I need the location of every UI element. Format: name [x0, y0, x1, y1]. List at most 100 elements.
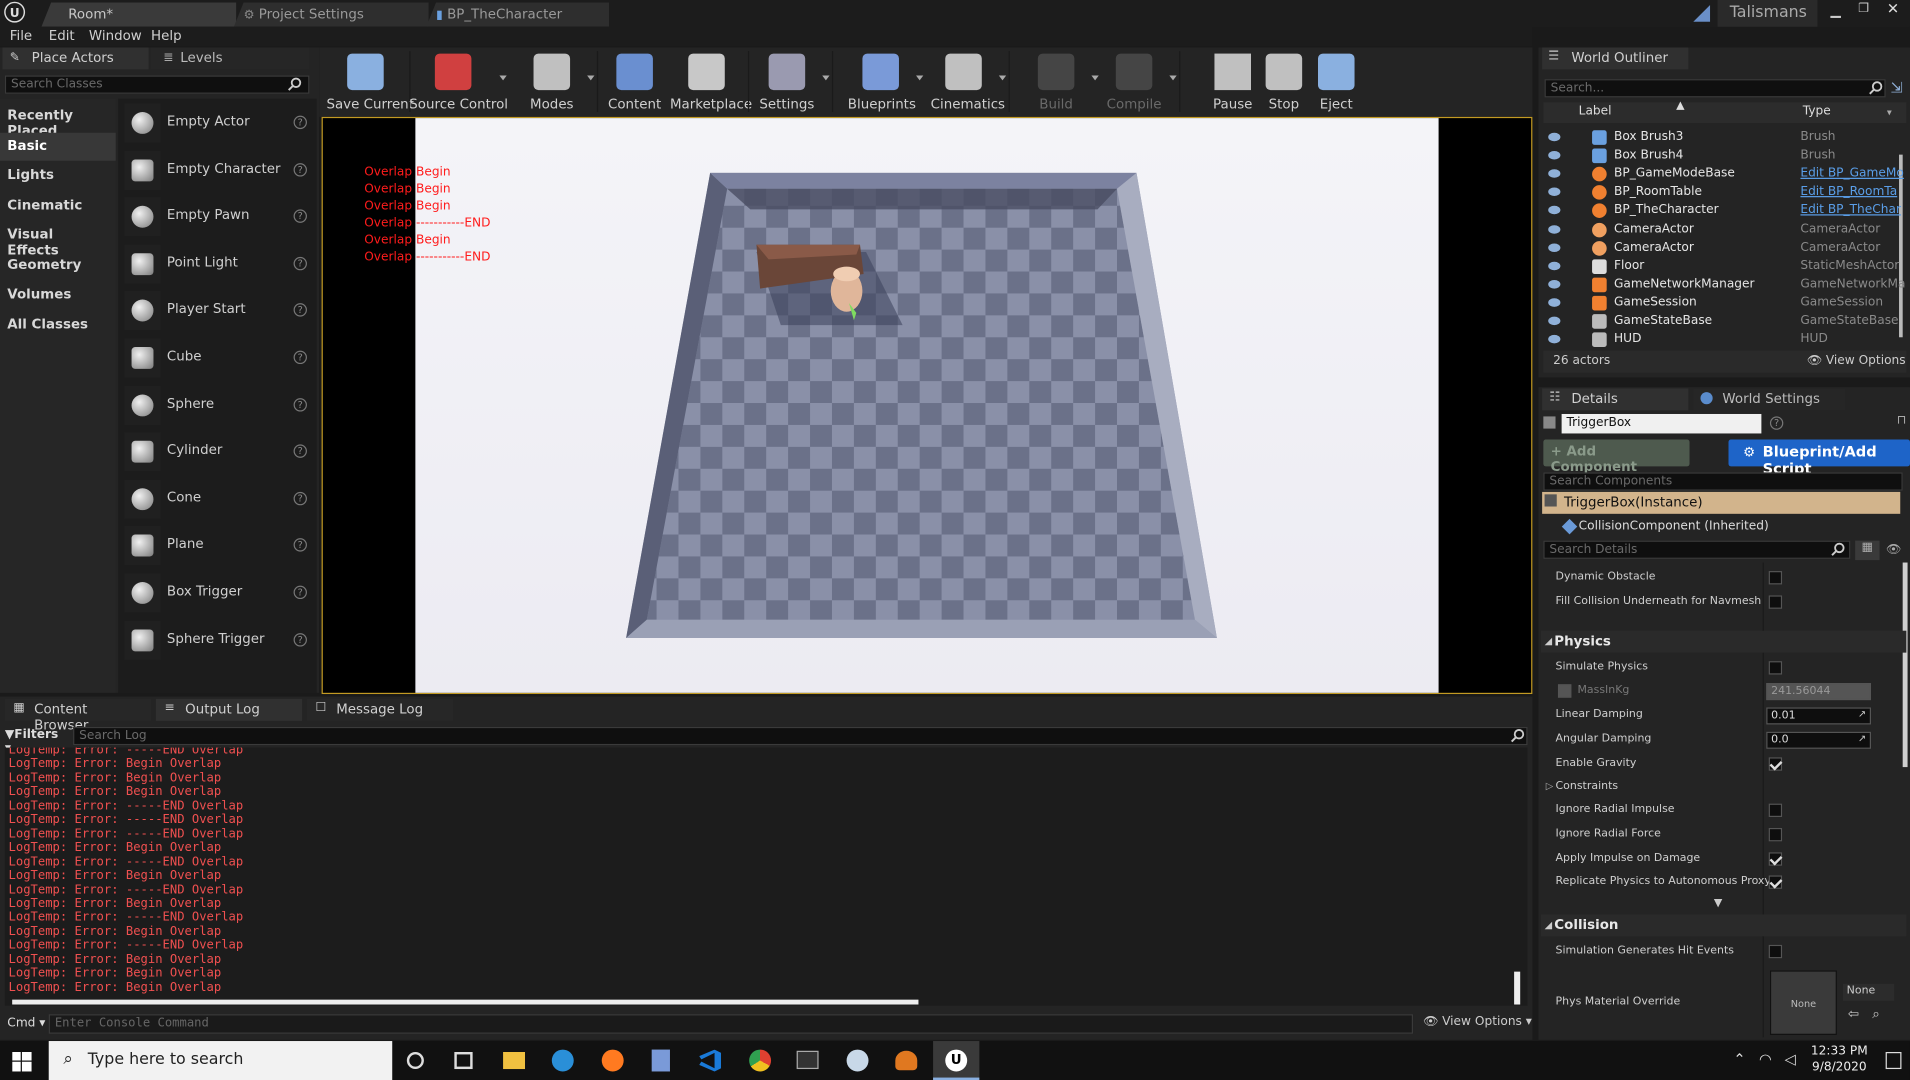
actor-item-empty-character[interactable]: Empty Character?	[122, 148, 314, 193]
chevron-down-icon[interactable]	[1091, 75, 1099, 81]
property-checkbox[interactable]	[1768, 851, 1783, 866]
maximize-button[interactable]: ❐	[1852, 2, 1876, 19]
category-recently-placed[interactable]: Recently Placed	[0, 102, 116, 139]
help-icon[interactable]: ?	[293, 538, 307, 553]
windows-start-icon[interactable]	[12, 1051, 32, 1072]
unreal-taskbar-icon[interactable]: U	[933, 1041, 980, 1080]
filters-button[interactable]: ▼Filters ▾	[5, 728, 68, 755]
console-input[interactable]: Enter Console Command	[48, 1014, 1414, 1034]
property-checkbox[interactable]	[1768, 661, 1783, 675]
property-checkbox[interactable]	[1768, 571, 1783, 585]
property-checkbox[interactable]	[1768, 757, 1783, 771]
category-all-classes[interactable]: All Classes	[0, 312, 116, 340]
world-settings-tab[interactable]: World Settings	[1693, 388, 1846, 411]
help-icon[interactable]: ?	[1769, 416, 1784, 430]
source-control-button[interactable]: Source Control	[409, 51, 508, 114]
log-horizontal-scrollbar[interactable]	[12, 999, 919, 1005]
col-type-header[interactable]: Type	[1803, 105, 1831, 118]
tab-message-log[interactable]: Message Log	[306, 698, 454, 721]
outliner-view-options[interactable]: 👁 View Options	[1806, 354, 1905, 367]
blueprints-button[interactable]: Blueprints	[848, 51, 916, 114]
network-icon[interactable]: ◠	[1759, 1051, 1772, 1068]
property-checkbox[interactable]	[1768, 803, 1783, 818]
outliner-row[interactable]: GameStateBase GameStateBase	[1543, 313, 1906, 331]
material-thumbnail[interactable]: None	[1769, 970, 1837, 1035]
actor-item-cone[interactable]: Cone?	[122, 477, 314, 522]
help-icon[interactable]: ?	[293, 115, 307, 130]
chevron-down-icon[interactable]	[822, 75, 830, 81]
tab-bp-thecharacter[interactable]: ▮ BP_TheCharacter	[426, 2, 610, 27]
category-cinematic[interactable]: Cinematic	[0, 192, 116, 220]
tab-room[interactable]: Room*	[41, 2, 237, 27]
visibility-eye-icon[interactable]	[1548, 169, 1561, 178]
cinematics-button[interactable]: Cinematics	[931, 51, 1005, 114]
chrome-icon[interactable]	[749, 1049, 772, 1072]
chevron-down-icon[interactable]	[998, 75, 1007, 81]
terminal-icon[interactable]	[796, 1050, 819, 1070]
edit-blueprint-link[interactable]: Edit BP_TheChar	[1800, 204, 1905, 217]
help-icon[interactable]: ?	[293, 585, 307, 600]
help-icon[interactable]: ?	[293, 350, 307, 365]
outliner-row[interactable]: HUD HUD	[1543, 331, 1906, 349]
tab-content-browser[interactable]: Content Browser	[4, 698, 152, 733]
task-view-icon[interactable]	[454, 1051, 473, 1070]
edit-blueprint-link[interactable]: Edit BP_RoomTa	[1800, 185, 1905, 198]
outliner-row[interactable]: CameraActor CameraActor	[1543, 239, 1906, 257]
expand-triangle-icon[interactable]: ▷	[1546, 780, 1553, 791]
actor-item-empty-actor[interactable]: Empty Actor?	[122, 101, 314, 146]
outliner-row[interactable]: BP_GameModeBase Edit BP_GameMo	[1543, 166, 1906, 184]
actor-name-field[interactable]: TriggerBox	[1561, 413, 1762, 434]
physics-section-header[interactable]: Physics	[1540, 630, 1907, 653]
unreal-logo-icon[interactable]: U	[4, 1, 26, 23]
visibility-eye-icon[interactable]	[1548, 261, 1561, 270]
blender-icon[interactable]	[895, 1050, 918, 1071]
visibility-eye-icon[interactable]	[1548, 279, 1561, 289]
advanced-expand-icon[interactable]: ▼	[1714, 897, 1722, 909]
outliner-row[interactable]: Box Brush3 Brush	[1543, 129, 1906, 147]
firefox-icon[interactable]	[601, 1049, 624, 1072]
visibility-eye-icon[interactable]	[1548, 206, 1561, 215]
build-button[interactable]: Build	[1023, 51, 1089, 114]
component-instance-row[interactable]: TriggerBox(Instance)	[1542, 491, 1901, 514]
help-icon[interactable]: ?	[293, 209, 307, 224]
visibility-eye-icon[interactable]	[1548, 334, 1561, 344]
modes-button[interactable]: Modes	[519, 51, 585, 114]
menu-window[interactable]: Window	[89, 28, 142, 44]
category-visual-effects[interactable]: Visual Effects	[0, 222, 116, 258]
add-folder-icon[interactable]: ⇲	[1891, 79, 1903, 96]
visibility-eye-icon[interactable]	[1548, 224, 1561, 234]
actor-item-cube[interactable]: Cube?	[122, 336, 314, 381]
mass-override-checkbox[interactable]	[1557, 684, 1572, 698]
calculator-icon[interactable]	[651, 1049, 670, 1072]
outliner-row[interactable]: BP_TheCharacter Edit BP_TheChar	[1543, 203, 1906, 221]
reset-arrow-icon[interactable]: ↗	[1858, 709, 1866, 720]
help-icon[interactable]: ?	[293, 162, 307, 177]
vscode-icon[interactable]	[699, 1049, 722, 1072]
actor-item-point-light[interactable]: Point Light?	[122, 242, 314, 287]
outliner-row[interactable]: Floor StaticMeshActor	[1543, 258, 1906, 276]
cortana-icon[interactable]	[406, 1051, 424, 1070]
property-number-field[interactable]: 0.01 ↗	[1766, 707, 1872, 725]
reset-arrow-icon[interactable]: ↗	[1858, 733, 1866, 744]
phys-material-dropdown[interactable]: None	[1843, 983, 1895, 1001]
lock-icon[interactable]: ⊓	[1897, 414, 1907, 427]
notifications-icon[interactable]	[1885, 1051, 1902, 1070]
collision-component-row[interactable]: CollisionComponent (Inherited)	[1542, 516, 1900, 537]
chevron-down-icon[interactable]	[499, 75, 507, 81]
visibility-eye-icon[interactable]	[1548, 243, 1561, 252]
chevron-down-icon[interactable]	[916, 75, 924, 81]
col-label-header[interactable]: Label	[1579, 105, 1612, 118]
help-icon[interactable]: ?	[293, 256, 307, 271]
chevron-down-icon[interactable]	[587, 75, 595, 81]
actor-item-cylinder[interactable]: Cylinder?	[122, 430, 314, 475]
search-classes-input[interactable]: Search Classes	[4, 75, 310, 94]
tray-chevron-icon[interactable]: ⌃	[1733, 1051, 1745, 1068]
visibility-eye-icon[interactable]	[1548, 132, 1561, 142]
tab-output-log[interactable]: Output Log	[155, 698, 303, 721]
category-basic[interactable]: Basic	[0, 132, 116, 161]
settings-button[interactable]: Settings	[754, 51, 820, 114]
visibility-eye-icon[interactable]	[1548, 187, 1561, 197]
levels-tab[interactable]: Levels	[151, 47, 310, 70]
marketplace-button[interactable]: Marketplace	[670, 51, 752, 114]
actor-item-sphere[interactable]: Sphere?	[122, 383, 314, 428]
